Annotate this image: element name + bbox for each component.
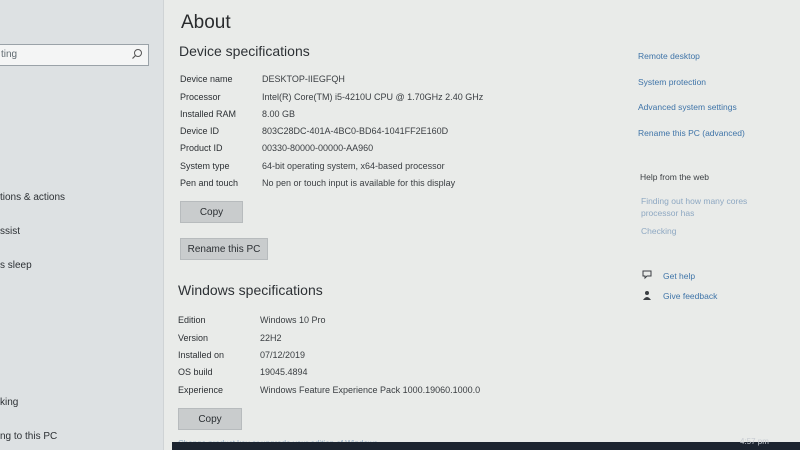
sidebar-item-focus-assist[interactable]: ssist [0,226,20,237]
system-protection-link[interactable]: System protection [638,77,706,87]
spec-label: Installed RAM [180,109,237,119]
copy-device-specs-button[interactable]: Copy [180,201,243,223]
rename-pc-button[interactable]: Rename this PC [180,238,268,260]
spec-label: Pen and touch [180,178,239,188]
rename-pc-advanced-link[interactable]: Rename this PC (advanced) [638,128,745,138]
spec-label: Processor [180,92,221,102]
device-specs-heading: Device specifications [179,43,310,59]
spec-value: No pen or touch input is available for t… [262,178,456,188]
sidebar-item-projecting[interactable]: ng to this PC [0,431,57,442]
spec-value: 07/12/2019 [260,350,306,360]
search-input[interactable]: ting [0,44,149,66]
remote-desktop-link[interactable]: Remote desktop [638,51,700,61]
search-icon [132,49,142,59]
spec-label: System type [180,161,230,171]
sidebar-item-notifications[interactable]: tions & actions [0,192,65,203]
help-link-cores[interactable]: Finding out how many cores [641,196,747,206]
windows-specs-heading: Windows specifications [178,282,323,298]
spec-label: Product ID [180,143,223,153]
feedback-icon [643,291,651,300]
about-page: About Device specifications Device name … [164,0,800,450]
spec-value: 8.00 GB [262,109,296,119]
help-heading: Help from the web [640,172,709,182]
spec-label: Version [178,333,209,343]
spec-value: 22H2 [260,333,282,343]
spec-label: Device ID [180,126,220,136]
help-link-processor[interactable]: processor has [641,208,694,218]
spec-value: 64-bit operating system, x64-based proce… [262,161,445,171]
page-title: About [181,12,231,33]
spec-label: OS build [178,367,213,377]
spec-label: Installed on [178,350,225,360]
spec-value: 00330-80000-00000-AA960 [262,143,374,153]
sidebar-item-power-sleep[interactable]: s sleep [0,260,32,271]
spec-value: Windows 10 Pro [260,315,326,325]
sidebar-item-multitasking[interactable]: king [0,397,18,408]
get-help-link[interactable]: Get help [663,271,695,281]
spec-value: DESKTOP-IIEGFQH [262,74,345,84]
spec-value: Windows Feature Experience Pack 1000.190… [260,385,481,395]
get-help-icon [642,270,652,280]
spec-value: Intel(R) Core(TM) i5-4210U CPU @ 1.70GHz… [262,92,484,102]
spec-label: Device name [180,74,233,84]
help-link-checking[interactable]: Checking [641,226,676,236]
spec-value: 803C28DC-401A-4BC0-BD64-1041FF2E160D [262,126,449,136]
give-feedback-link[interactable]: Give feedback [663,291,717,301]
spec-label: Edition [178,315,206,325]
spec-value: 19045.4894 [260,367,308,377]
taskbar [172,442,800,450]
settings-sidebar: ting tions & actions ssist s sleep king … [0,0,164,450]
search-query: ting [1,49,18,60]
taskbar-clock[interactable]: 4:57 pm [740,437,769,446]
advanced-system-settings-link[interactable]: Advanced system settings [638,102,737,112]
spec-label: Experience [178,385,224,395]
copy-windows-specs-button[interactable]: Copy [178,408,242,430]
